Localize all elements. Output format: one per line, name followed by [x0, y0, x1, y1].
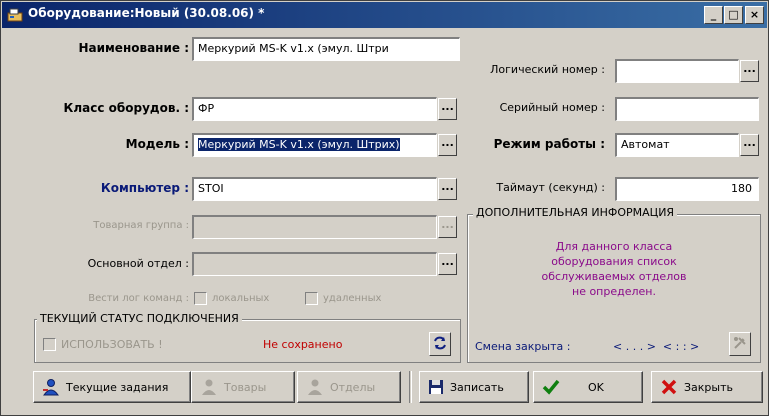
shift-tool-icon — [734, 337, 746, 349]
current-tasks-label: Текущие задания — [66, 380, 169, 394]
additional-info-title: ДОПОЛНИТЕЛЬНАЯ ИНФОРМАЦИЯ — [473, 206, 678, 219]
ok-button[interactable]: OK — [533, 371, 643, 403]
log-remote-label: удаленных — [323, 293, 382, 304]
work-mode-field[interactable]: Автомат — [615, 133, 739, 157]
minimize-button[interactable]: _ — [704, 6, 723, 24]
floppy-disk-icon — [429, 380, 443, 394]
main-department-field[interactable] — [192, 252, 437, 276]
use-connection-checkbox[interactable] — [43, 338, 56, 351]
model-field[interactable]: Меркурий MS-K v1.x (эмул. Штрих) — [192, 133, 437, 157]
save-label: Записать — [450, 380, 504, 394]
logical-number-select-button[interactable]: ... — [740, 60, 759, 82]
departments-button: Отделы — [297, 371, 401, 403]
ok-label: OK — [588, 380, 604, 394]
refresh-icon — [434, 336, 446, 350]
shift-settings-button — [729, 332, 751, 356]
timeout-label: Таймаут (секунд) : — [496, 181, 605, 194]
title-bar[interactable]: Оборудование:Новый (30.08.06) * _ □ × — [2, 2, 767, 28]
info-line: не определен. — [572, 285, 656, 298]
save-button[interactable]: Записать — [419, 371, 529, 403]
refresh-status-button[interactable] — [429, 332, 451, 356]
goods-button: Товары — [191, 371, 295, 403]
user-goods-icon — [202, 379, 216, 395]
timeout-value: 180 — [731, 182, 752, 195]
product-group-field — [192, 215, 437, 239]
model-select-button[interactable]: ... — [438, 134, 457, 156]
computer-value: STOI — [198, 182, 224, 195]
window-title: Оборудование:Новый (30.08.06) * — [28, 6, 265, 20]
name-field[interactable]: Меркурий MS-K v1.x (эмул. Штри — [192, 37, 460, 61]
user-departments-icon — [308, 379, 322, 395]
maximize-button[interactable]: □ — [724, 6, 743, 24]
product-group-select-button: ... — [438, 216, 457, 238]
serial-number-label: Серийный номер : — [499, 101, 605, 114]
goods-label: Товары — [224, 380, 267, 394]
work-mode-value: Автомат — [621, 138, 670, 151]
work-mode-label: Режим работы : — [493, 137, 605, 151]
close-button[interactable]: Закрыть — [651, 371, 763, 403]
equipment-class-select-button[interactable]: ... — [438, 98, 457, 120]
equipment-class-value: ФР — [198, 102, 215, 115]
logical-number-label: Логический номер : — [490, 63, 605, 76]
name-value: Меркурий MS-K v1.x (эмул. Штри — [198, 42, 389, 55]
equipment-app-icon — [7, 8, 23, 22]
work-mode-select-button[interactable]: ... — [740, 134, 759, 156]
command-log-label: Вести лог команд : — [88, 293, 189, 304]
red-x-icon — [661, 379, 677, 395]
info-line: Для данного класса — [555, 240, 673, 253]
additional-info-message: Для данного класса оборудования список о… — [477, 239, 751, 299]
close-window-button[interactable]: × — [745, 6, 764, 24]
logical-number-field[interactable] — [615, 59, 739, 83]
log-remote-checkbox[interactable] — [305, 292, 318, 305]
shift-closed-label: Смена закрыта : — [475, 340, 571, 353]
shift-closed-value: < . . . > < : : > — [613, 340, 700, 353]
info-line: обслуживаемых отделов — [541, 270, 687, 283]
equipment-class-label: Класс оборудов. : — [63, 101, 189, 115]
serial-number-field[interactable] — [615, 97, 759, 121]
connection-status-title: ТЕКУЩИЙ СТАТУС ПОДКЛЮЧЕНИЯ — [37, 312, 242, 325]
computer-select-button[interactable]: ... — [438, 178, 457, 200]
product-group-label: Товарная группа : — [93, 220, 189, 231]
computer-label: Компьютер : — [100, 181, 189, 195]
checkmark-icon — [542, 379, 560, 395]
main-department-label: Основной отдел : — [87, 257, 189, 270]
user-task-icon — [43, 379, 59, 396]
close-label: Закрыть — [684, 380, 733, 394]
computer-field[interactable]: STOI — [192, 177, 437, 201]
equipment-class-field[interactable]: ФР — [192, 97, 437, 121]
name-label: Наименование : — [78, 41, 189, 55]
use-connection-label: ИСПОЛЬЗОВАТЬ ! — [61, 338, 163, 351]
info-line: оборудования список — [551, 255, 677, 268]
departments-label: Отделы — [330, 380, 376, 394]
model-value: Меркурий MS-K v1.x (эмул. Штрих) — [198, 138, 400, 151]
equipment-window: Оборудование:Новый (30.08.06) * _ □ × На… — [0, 0, 769, 416]
model-label: Модель : — [125, 137, 189, 151]
timeout-field[interactable]: 180 — [615, 177, 759, 201]
log-local-label: локальных — [212, 293, 270, 304]
button-separator — [409, 371, 412, 403]
current-tasks-button[interactable]: Текущие задания — [33, 371, 191, 403]
main-department-select-button[interactable]: ... — [438, 253, 457, 275]
connection-status-text: Не сохранено — [263, 338, 343, 351]
log-local-checkbox[interactable] — [194, 292, 207, 305]
